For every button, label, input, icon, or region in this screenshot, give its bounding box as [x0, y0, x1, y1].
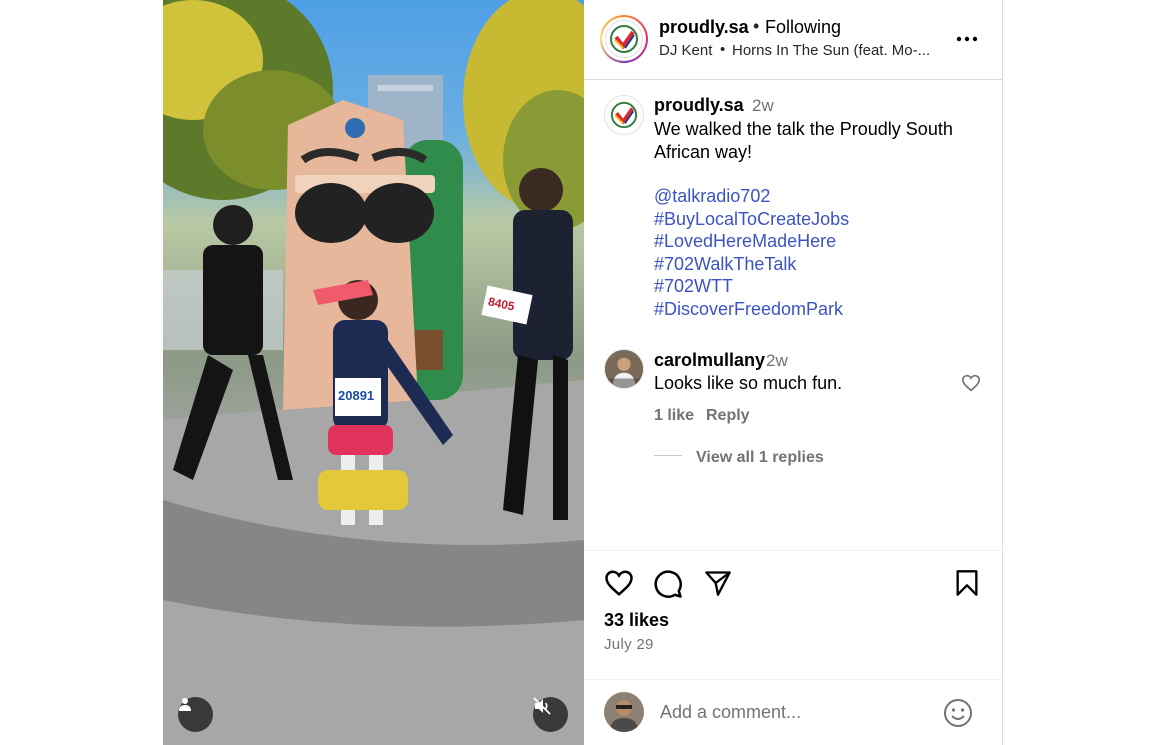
- save-button[interactable]: [954, 569, 980, 602]
- comment-text: Looks like so much fun.: [654, 373, 843, 393]
- heart-icon: [961, 374, 981, 392]
- bib-number-child: 20891: [338, 388, 375, 403]
- post-header: proudly.sa • Following DJ Kent • Horns I…: [584, 0, 1003, 80]
- header-separator: •: [753, 16, 760, 36]
- hashtag-link[interactable]: #702WTT: [654, 275, 849, 298]
- comment-username[interactable]: carolmullany: [654, 350, 765, 371]
- add-comment-bar: [584, 679, 1003, 745]
- audio-separator: •: [720, 41, 726, 58]
- comment-timestamp[interactable]: 2w: [766, 351, 788, 371]
- share-icon: [705, 571, 731, 596]
- caption-avatar[interactable]: [604, 95, 644, 135]
- current-user-photo: [604, 692, 644, 732]
- proudly-sa-logo-mark: [610, 25, 638, 53]
- emoji-button[interactable]: [942, 697, 974, 734]
- comment-icon: [654, 570, 682, 598]
- following-button[interactable]: Following: [765, 17, 841, 38]
- header-username[interactable]: proudly.sa: [659, 17, 749, 38]
- caption-timestamp[interactable]: 2w: [752, 96, 774, 116]
- mute-button[interactable]: [533, 697, 568, 732]
- user-tag-icon: [179, 698, 191, 711]
- like-button[interactable]: [604, 569, 634, 602]
- video-frame: [163, 0, 584, 745]
- more-horizontal-icon: [956, 36, 978, 42]
- view-replies-button[interactable]: View all 1 replies: [696, 449, 824, 467]
- story-ring[interactable]: [600, 15, 648, 63]
- more-options-button[interactable]: [954, 26, 980, 52]
- hashtag-link[interactable]: #DiscoverFreedomPark: [654, 298, 849, 321]
- caption-text: We walked the talk the Proudly South Afr…: [654, 119, 953, 162]
- add-comment-input[interactable]: [660, 698, 930, 726]
- proudly-sa-logo: [605, 20, 643, 58]
- bookmark-icon: [956, 570, 978, 596]
- post-actions: 33 likes July 29: [584, 550, 1003, 745]
- emoji-icon: [944, 699, 972, 727]
- commenter-avatar[interactable]: [604, 349, 644, 389]
- hashtag-link[interactable]: #BuyLocalToCreateJobs: [654, 208, 849, 231]
- comment-likes-count[interactable]: 1 like: [654, 407, 694, 425]
- likes-count[interactable]: 33 likes: [604, 610, 669, 631]
- comment-button[interactable]: [653, 569, 683, 604]
- tagged-users-button[interactable]: [178, 697, 213, 732]
- comment-reply-button[interactable]: Reply: [706, 407, 750, 425]
- comment-like-button[interactable]: [961, 374, 981, 397]
- share-button[interactable]: [704, 570, 732, 601]
- replies-divider: [654, 455, 682, 456]
- post-details-panel: proudly.sa • Following DJ Kent • Horns I…: [584, 0, 1003, 745]
- hashtag-link[interactable]: #702WalkTheTalk: [654, 253, 849, 276]
- heart-icon: [605, 570, 633, 596]
- hashtag-link[interactable]: #LovedHereMadeHere: [654, 230, 849, 253]
- post-date[interactable]: July 29: [604, 636, 654, 653]
- post-video[interactable]: 8405 20891: [163, 0, 584, 745]
- audio-artist[interactable]: DJ Kent: [659, 42, 712, 59]
- muted-speaker-icon: [533, 697, 551, 715]
- proudly-sa-logo-mark: [610, 101, 638, 129]
- caption-hashtags: @talkradio702 #BuyLocalToCreateJobs #Lov…: [654, 185, 849, 320]
- audio-title[interactable]: Horns In The Sun (feat. Mo-...: [732, 42, 930, 59]
- mention-link[interactable]: @talkradio702: [654, 185, 849, 208]
- caption-username[interactable]: proudly.sa: [654, 95, 744, 116]
- commenter-photo: [605, 350, 643, 388]
- current-user-avatar: [604, 692, 644, 732]
